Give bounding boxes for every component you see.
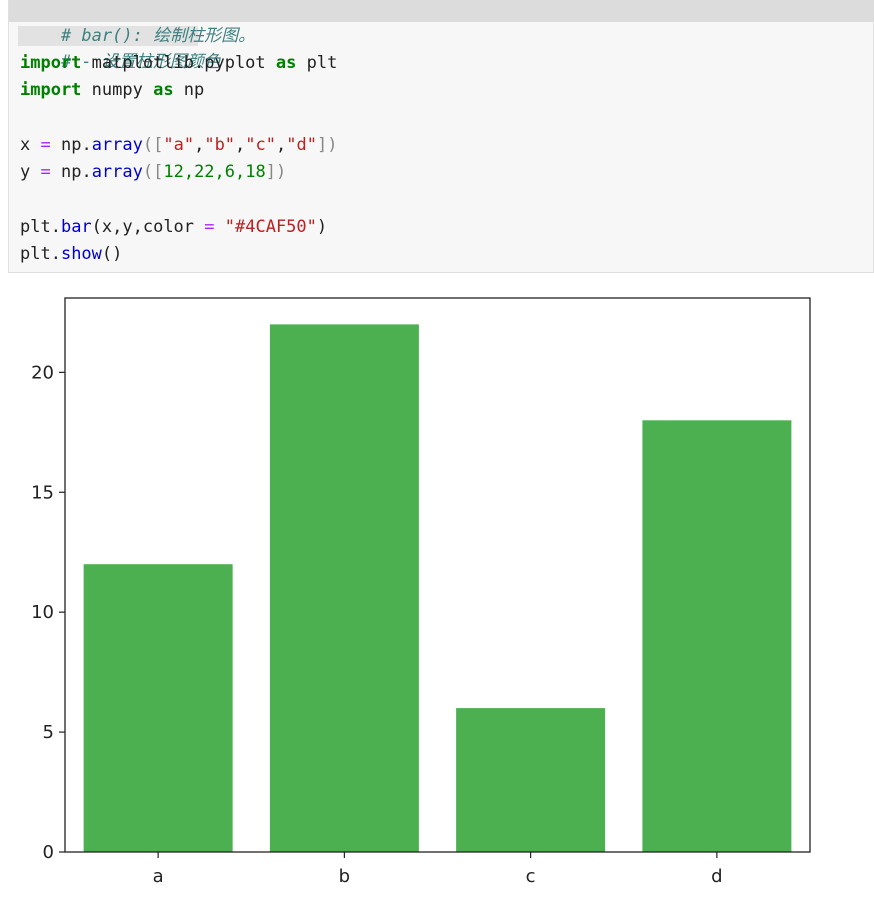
x-tick-label: a: [153, 866, 164, 887]
code-cell[interactable]: # bar(): 绘制柱形图。 # - 设置柱形图颜色 import matpl…: [8, 0, 874, 273]
bar-chart-output: a b c d 0 5 10 15 20: [0, 285, 874, 913]
bar-b: [269, 324, 419, 852]
y-tick-label: 10: [31, 602, 54, 623]
y-tick-label: 20: [31, 362, 54, 383]
code-line-import-numpy: import numpy as np: [20, 80, 205, 100]
x-tick-label: c: [526, 866, 536, 887]
x-tick-label: d: [711, 866, 722, 887]
x-tick-label: b: [339, 866, 350, 887]
code-line-plt-show: plt.show(): [20, 244, 123, 264]
code-line-x-array: x = np.array(["a","b","c","d"]): [20, 135, 338, 155]
code-line-import-matplotlib: import matplotlib.pyplot as plt: [20, 53, 338, 73]
code-line-y-array: y = np.array([12,22,6,18]): [20, 162, 287, 182]
bar-d: [642, 420, 792, 852]
code-line-plt-bar: plt.bar(x,y,color = "#4CAF50"): [20, 217, 328, 237]
bar-c: [456, 708, 606, 852]
y-tick-label: 5: [43, 722, 54, 743]
bar-chart-svg: a b c d 0 5 10 15 20: [31, 297, 811, 887]
y-tick-label: 0: [43, 842, 54, 863]
y-tick-label: 15: [31, 482, 54, 503]
bar-a: [83, 564, 233, 852]
code-line-comment-1: # bar(): 绘制柱形图。: [60, 26, 256, 46]
code-line-comment-2: # - 设置柱形图颜色: [60, 52, 221, 72]
